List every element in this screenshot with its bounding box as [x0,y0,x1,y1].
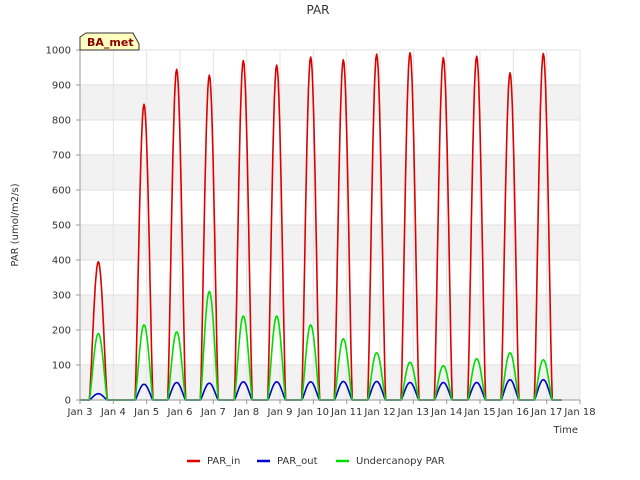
par-chart: PAR Jan 3 Jan 4 Jan 5 Jan 6 Jan 7 Jan 8 Jan 9J… [10,3,596,467]
legend: PAR_in PAR_out Undercanopy PAR [187,456,445,467]
x-tick-label: Jan 6 [167,407,193,418]
y-tick-label: 600 [52,186,71,197]
x-tick-label: Jan 10 [297,407,329,418]
x-tick-label: Jan 3 [67,407,93,418]
x-tick-label: Jan 12 [363,407,395,418]
plot-band [80,50,580,85]
plot-band [80,295,580,330]
x-axis-label: Time [553,425,578,436]
y-tick-label: 900 [52,81,71,92]
x-tick-label: Jan 5 [133,407,159,418]
x-tick-label: Jan 9 [267,407,293,418]
plot-band [80,330,580,365]
plot-band [80,120,580,155]
x-tick-label: Jan 7 [200,407,226,418]
y-tick-label: 1000 [46,46,71,57]
badge-label: BA_met [87,36,134,49]
y-tick-label: 700 [52,151,71,162]
x-tick-label: Jan 13 [397,407,429,418]
x-tick-label: Jan 15 [463,407,495,418]
x-tick-label: Jan 11 [330,407,362,418]
y-tick-label: 100 [52,361,71,372]
y-axis-label: PAR (umol/m2/s) [10,183,21,266]
x-tick-label: Jan 8 [233,407,259,418]
y-tick-label: 400 [52,256,71,267]
y-tick-label: 800 [52,116,71,127]
y-axis-ticks: 0 100 200 300 400 500 600 700 800 900 1000 [46,46,80,407]
y-tick-label: 300 [52,291,71,302]
x-tick-label: Jan 14 [430,407,462,418]
y-tick-label: 200 [52,326,71,337]
x-tick-label: Jan 17 [530,407,562,418]
plot-band [80,260,580,295]
legend-label: PAR_out [277,456,318,467]
legend-label: Undercanopy PAR [356,456,445,467]
x-axis-ticks: Jan 3 Jan 4 Jan 5 Jan 6 Jan 7 Jan 8 Jan 9 Jan 1… [67,400,596,418]
station-badge: BA_met [79,32,140,51]
y-tick-label: 500 [52,221,71,232]
chart-title: PAR [306,3,329,17]
x-tick-label: Jan 4 [100,407,126,418]
legend-label: PAR_in [207,456,240,467]
y-tick-label: 0 [65,396,71,407]
x-tick-label: Jan 16 [497,407,529,418]
plot-band [80,85,580,120]
x-tick-label: Jan 18 [563,407,595,418]
